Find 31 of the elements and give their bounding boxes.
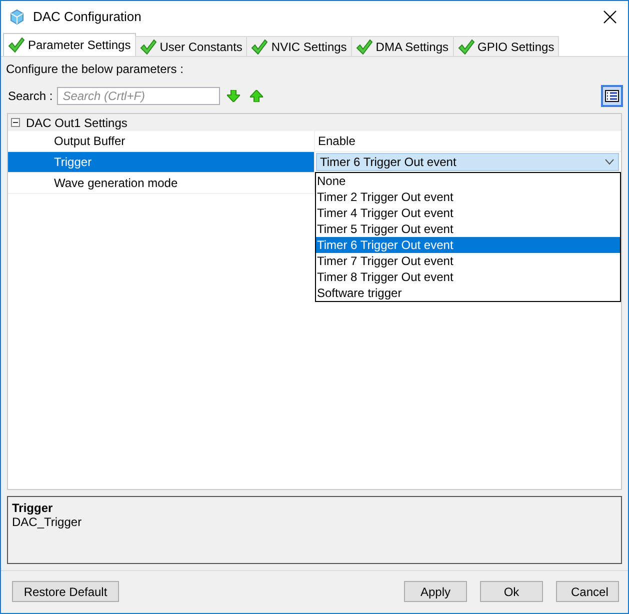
dialog-button[interactable]: Ok [480,581,543,602]
tab[interactable]: NVIC Settings [246,36,352,56]
parameter-value[interactable]: Enable [316,134,356,148]
check-icon [251,38,268,54]
trigger-dropdown[interactable]: Timer 6 Trigger Out event [316,153,619,171]
check-icon [356,38,373,54]
cube-icon [9,8,25,24]
dropdown-option[interactable]: Timer 6 Trigger Out event [316,237,620,253]
check-icon [8,37,25,53]
parameter-name[interactable]: Wave generation mode [8,173,314,193]
search-label: Search : [8,89,53,103]
parameter-name[interactable]: Output Buffer [8,131,314,151]
tab[interactable]: User Constants [134,36,248,56]
check-icon [140,38,157,54]
instructions-text: Configure the below parameters : [5,61,184,76]
description-title: Trigger [12,501,54,515]
collapse-icon[interactable] [11,118,20,127]
description-text: DAC_Trigger [12,515,83,529]
list-view-icon[interactable] [601,85,623,107]
tab[interactable]: DMA Settings [350,36,454,56]
window-title: DAC Configuration [33,9,142,24]
chevron-down-icon [605,159,614,165]
dialog-button[interactable]: Apply [404,581,467,602]
dialog-button[interactable]: Cancel [556,581,619,602]
restore-default-button[interactable]: Restore Default [12,581,119,602]
parameter-name[interactable]: Trigger [8,152,314,172]
tab[interactable]: Parameter Settings [3,33,136,56]
search-field[interactable]: Search (Crtl+F) [56,87,220,105]
group-header[interactable]: DAC Out1 Settings [8,114,621,131]
tab[interactable]: GPIO Settings [452,36,560,56]
check-icon [458,38,474,54]
